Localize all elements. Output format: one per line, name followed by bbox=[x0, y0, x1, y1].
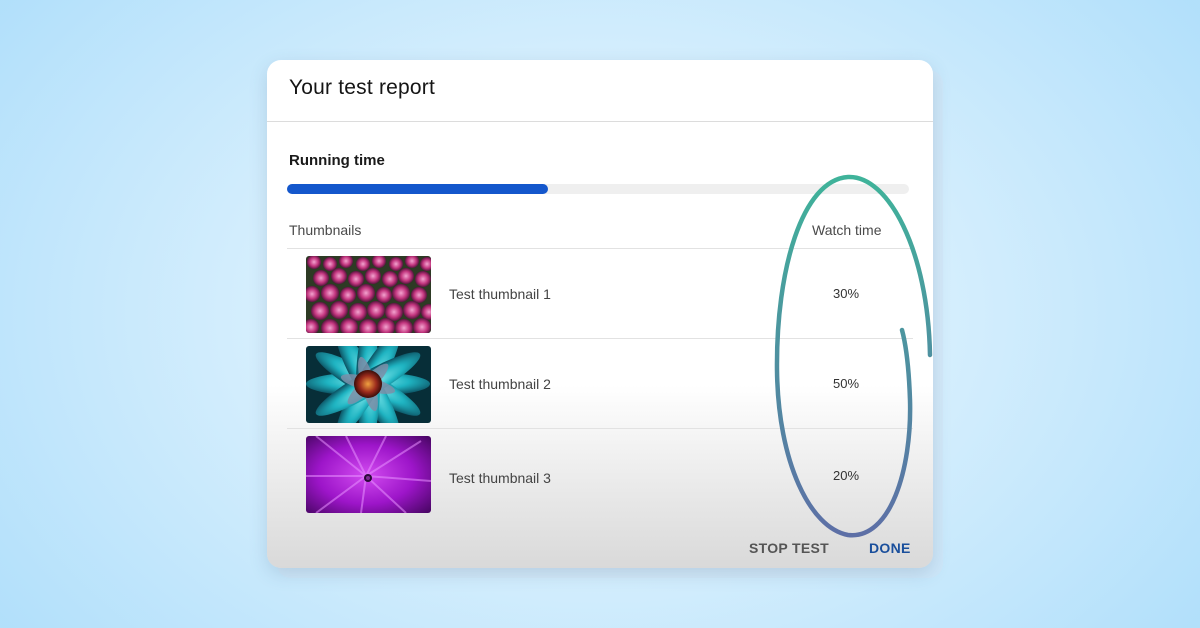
test-report-dialog: Your test report Running time Thumbnails… bbox=[267, 60, 933, 568]
watch-time-value: 30% bbox=[833, 286, 860, 301]
dialog-header: Your test report bbox=[267, 60, 933, 122]
table-row: Test thumbnail 3 20% bbox=[287, 428, 913, 519]
done-button[interactable]: DONE bbox=[869, 540, 911, 556]
purple-flower-macro-image bbox=[306, 436, 431, 513]
thumbnail-label: Test thumbnail 2 bbox=[449, 376, 551, 392]
running-time-label: Running time bbox=[289, 152, 385, 169]
thumbnail-label: Test thumbnail 3 bbox=[449, 470, 551, 486]
watch-time-value: 50% bbox=[833, 376, 860, 391]
teal-flower-closeup-image bbox=[306, 346, 431, 423]
thumbnails-column-header: Thumbnails bbox=[289, 222, 362, 238]
table-row: Test thumbnail 2 50% bbox=[287, 338, 913, 429]
pink-flower-field-image bbox=[306, 256, 431, 333]
table-row: Test thumbnail 1 30% bbox=[287, 248, 913, 339]
dialog-title: Your test report bbox=[289, 76, 436, 99]
watch-time-column-header: Watch time bbox=[812, 222, 882, 238]
thumbnail-label: Test thumbnail 1 bbox=[449, 286, 551, 302]
running-time-progress-bar bbox=[287, 184, 909, 194]
page-background: { "dialog": { "title": "Your test report… bbox=[0, 0, 1200, 628]
running-time-progress-fill bbox=[287, 184, 549, 194]
stop-test-button[interactable]: STOP TEST bbox=[749, 540, 829, 556]
watch-time-value: 20% bbox=[833, 468, 860, 483]
